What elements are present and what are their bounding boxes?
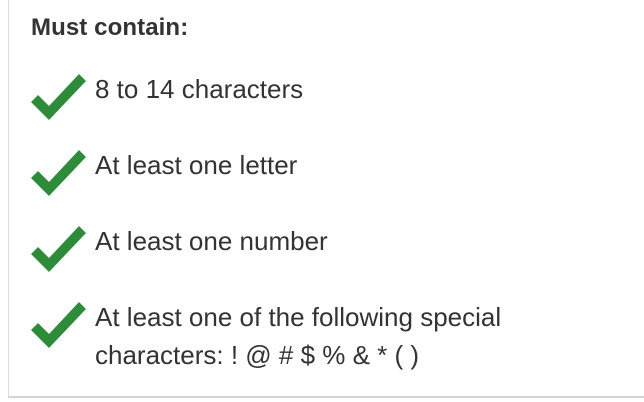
requirement-text: At least one letter — [95, 150, 298, 180]
requirement-text: At least one number — [95, 226, 328, 256]
checkmark-icon — [29, 148, 87, 198]
checkmark-icon — [29, 224, 87, 274]
checkmark-icon — [29, 300, 87, 350]
password-requirements-panel: Must contain: 8 to 14 characters At leas… — [8, 0, 644, 398]
requirement-text: 8 to 14 characters — [95, 74, 304, 104]
checkmark-icon — [29, 72, 87, 122]
requirements-heading: Must contain: — [31, 14, 189, 41]
requirement-text: At least one of the following special ch… — [95, 302, 502, 370]
